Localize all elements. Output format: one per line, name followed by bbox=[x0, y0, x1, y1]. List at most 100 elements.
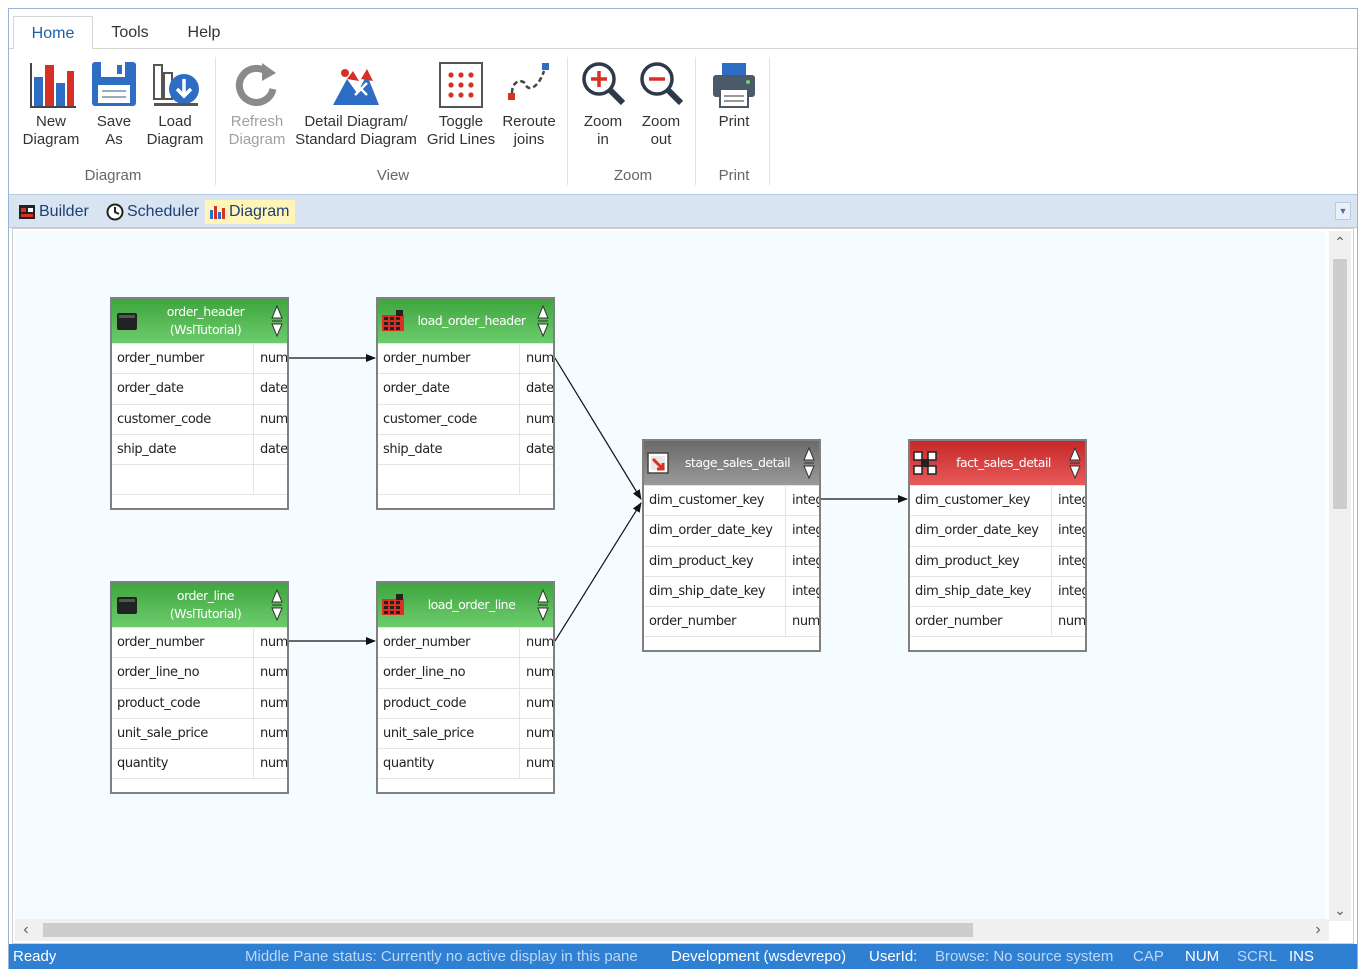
scroll-down-icon[interactable]: ⌄ bbox=[1329, 899, 1351, 921]
sort-arrows-icon[interactable] bbox=[803, 446, 815, 480]
printer-icon bbox=[713, 63, 755, 108]
zoom-out-button[interactable]: Zoom out bbox=[633, 59, 689, 149]
scroll-up-icon[interactable]: ⌃ bbox=[1329, 231, 1351, 253]
refresh-label-2: Diagram bbox=[228, 131, 286, 148]
table-row[interactable]: order_number num bbox=[644, 606, 819, 637]
tab-help[interactable]: Help bbox=[173, 16, 235, 50]
table-row[interactable]: ship_date date bbox=[378, 433, 553, 465]
table-header[interactable]: stage_sales_detail bbox=[644, 441, 819, 485]
zoom-out-icon bbox=[640, 62, 684, 106]
table-row[interactable]: quantity num bbox=[378, 748, 553, 779]
table-header[interactable]: order_header (WslTutorial) bbox=[112, 299, 287, 343]
reroute-label-1: Reroute bbox=[502, 113, 556, 130]
table-fact-sales-detail[interactable]: fact_sales_detail dim_customer_keyinteg … bbox=[908, 439, 1087, 653]
table-header[interactable]: fact_sales_detail bbox=[910, 441, 1085, 485]
sort-arrows-icon[interactable] bbox=[537, 304, 549, 338]
tab-tools[interactable]: Tools bbox=[99, 16, 161, 50]
table-footer bbox=[112, 494, 287, 508]
table-row[interactable]: order_line_no num bbox=[112, 657, 287, 688]
column-type: num bbox=[785, 607, 819, 637]
group-label-diagram: Diagram bbox=[84, 167, 142, 184]
refresh-diagram-button[interactable]: Refresh Diagram bbox=[225, 59, 289, 149]
pane-tab-builder[interactable]: Builder bbox=[15, 200, 89, 224]
column-type: num bbox=[519, 749, 553, 779]
detail-standard-diagram-button[interactable]: Detail Diagram/ Standard Diagram bbox=[291, 59, 421, 149]
zoom-in-button[interactable]: Zoom in bbox=[575, 59, 631, 149]
sort-arrows-icon[interactable] bbox=[1069, 446, 1081, 480]
table-row[interactable]: order_number num bbox=[378, 343, 553, 374]
table-header[interactable]: order_line (WslTutorial) bbox=[112, 583, 287, 627]
table-row[interactable]: order_line_no num bbox=[378, 657, 553, 688]
table-load-order-header[interactable]: load_order_header order_number num order_… bbox=[376, 297, 555, 511]
save-icon bbox=[92, 62, 136, 106]
table-row[interactable]: order_number num bbox=[378, 627, 553, 658]
table-order-line[interactable]: order_line (WslTutorial) order_number num… bbox=[110, 581, 289, 795]
save-as-label-1: Save bbox=[96, 113, 132, 130]
table-load-order-line[interactable]: load_order_line order_number num order_li… bbox=[376, 581, 555, 795]
table-row[interactable]: order_number num bbox=[112, 627, 287, 658]
table-header[interactable]: load_order_line bbox=[378, 583, 553, 627]
table-row[interactable]: dim_order_date_key integ bbox=[910, 515, 1085, 546]
column-type: integ bbox=[785, 576, 819, 607]
table-row[interactable]: product_code num bbox=[378, 687, 553, 718]
pane-tab-scheduler[interactable]: Scheduler bbox=[103, 200, 199, 224]
status-browse: Browse: No source system bbox=[935, 948, 1114, 965]
table-row[interactable]: product_code num bbox=[112, 687, 287, 718]
app-window: Home Tools Help New Diagram Save As Load… bbox=[8, 8, 1358, 969]
table-row[interactable]: order_number num bbox=[910, 606, 1085, 637]
table-row[interactable]: order_date date bbox=[112, 373, 287, 404]
table-row[interactable]: order_date date bbox=[378, 373, 553, 404]
horizontal-scrollbar[interactable]: ‹ › bbox=[15, 919, 1329, 941]
table-row[interactable]: dim_product_key integ bbox=[910, 545, 1085, 576]
table-stage-sales-detail[interactable]: stage_sales_detail dim_customer_keyinteg… bbox=[642, 439, 821, 653]
table-row[interactable]: quantity num bbox=[112, 748, 287, 779]
sort-arrows-icon[interactable] bbox=[271, 588, 283, 622]
reroute-joins-button[interactable]: Reroute joins bbox=[499, 59, 559, 149]
new-diagram-button[interactable]: New Diagram bbox=[15, 59, 87, 149]
load-diagram-button[interactable]: Load Diagram bbox=[143, 59, 207, 149]
column-type: date bbox=[253, 374, 287, 404]
diagram-canvas[interactable]: order_header (WslTutorial) order_number n… bbox=[15, 231, 1325, 921]
column-name: order_number bbox=[383, 351, 471, 366]
table-header[interactable]: load_order_header bbox=[378, 299, 553, 343]
toggle-grid-lines-button[interactable]: Toggle Grid Lines bbox=[423, 59, 499, 149]
load-table-icon bbox=[382, 310, 404, 331]
sort-arrows-icon[interactable] bbox=[271, 304, 283, 338]
table-row[interactable]: dim_customer_key integ bbox=[910, 485, 1085, 516]
column-name: ship_date bbox=[117, 441, 177, 457]
scroll-right-icon[interactable]: › bbox=[1307, 919, 1329, 941]
table-row[interactable]: order_number num bbox=[112, 343, 287, 374]
column-type: num bbox=[253, 749, 287, 779]
pane-dropdown-button[interactable]: ▼ bbox=[1335, 202, 1351, 220]
save-as-button[interactable]: Save As bbox=[89, 59, 139, 149]
vertical-scroll-thumb[interactable] bbox=[1333, 259, 1347, 509]
table-row[interactable] bbox=[378, 464, 553, 495]
sort-arrows-icon[interactable] bbox=[537, 588, 549, 622]
table-row[interactable]: ship_date date bbox=[112, 433, 287, 465]
vertical-scrollbar[interactable]: ⌃ ⌄ bbox=[1329, 231, 1351, 921]
table-order-header[interactable]: order_header (WslTutorial) order_number n… bbox=[110, 297, 289, 511]
scroll-left-icon[interactable]: ‹ bbox=[15, 919, 37, 941]
table-row[interactable]: dim_product_key integ bbox=[644, 545, 819, 576]
pane-tab-diagram-label: Diagram bbox=[229, 203, 290, 220]
pane-tab-diagram[interactable]: Diagram bbox=[205, 200, 296, 224]
bar-chart-icon bbox=[30, 63, 76, 108]
column-type: integ bbox=[1051, 576, 1085, 607]
table-row[interactable]: dim_order_date_key integ bbox=[644, 515, 819, 546]
table-row[interactable]: dim_ship_date_key integ bbox=[910, 575, 1085, 607]
builder-icon bbox=[19, 205, 35, 219]
ribbon-separator bbox=[215, 57, 216, 185]
table-row[interactable]: unit_sale_price num bbox=[378, 717, 553, 749]
table-row[interactable]: customer_code num bbox=[378, 403, 553, 434]
table-row[interactable]: customer_code num bbox=[112, 403, 287, 434]
horizontal-scroll-thumb[interactable] bbox=[43, 923, 973, 937]
table-row[interactable]: unit_sale_price num bbox=[112, 717, 287, 749]
tab-home[interactable]: Home bbox=[13, 16, 93, 50]
column-name: customer_code bbox=[383, 411, 477, 427]
status-middle-pane: Middle Pane status: Currently no active … bbox=[245, 948, 638, 965]
table-subtitle: (WslTutorial) bbox=[169, 606, 242, 621]
table-row[interactable] bbox=[112, 464, 287, 495]
print-button[interactable]: Print bbox=[703, 59, 765, 131]
table-row[interactable]: dim_ship_date_key integ bbox=[644, 575, 819, 607]
table-row[interactable]: dim_customer_key integ bbox=[644, 485, 819, 516]
